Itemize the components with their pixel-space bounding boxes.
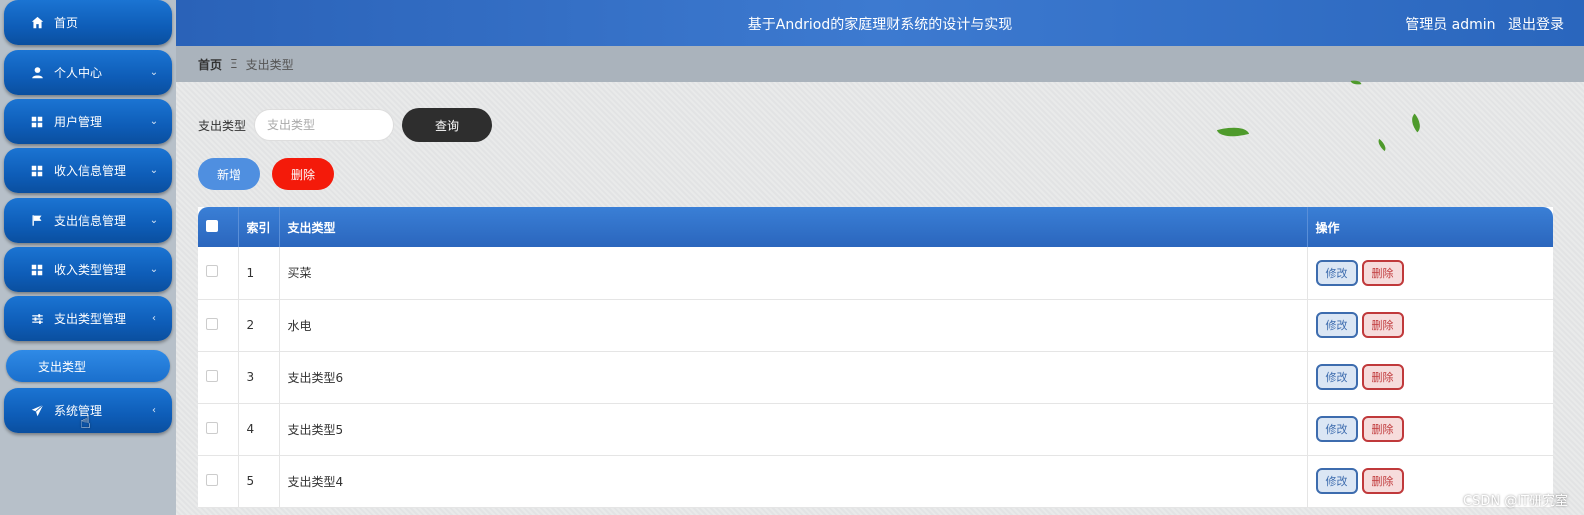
breadcrumb-separator: Ξ [230,57,238,71]
chevron-left-icon: ‹ [152,313,156,324]
sidebar-item-label: 支出信息管理 [54,214,127,228]
edit-button[interactable]: 修改 [1315,312,1358,338]
cell-type: 支出类型4 [279,455,1308,507]
breadcrumb-home[interactable]: 首页 [198,56,222,73]
row-delete-button[interactable]: 删除 [1361,312,1404,338]
sidebar-item-label: 收入类型管理 [54,263,127,277]
row-delete-button[interactable]: 删除 [1361,468,1404,494]
paper-plane-icon [30,404,44,418]
sliders-icon [30,312,44,326]
grid-icon [30,115,44,129]
sidebar-subitem-expense-type[interactable]: 支出类型 [6,350,170,382]
leaf-decoration [1216,122,1250,142]
top-header: 基于Andriod的家庭理财系统的设计与实现 管理员 admin 退出登录 [176,0,1584,46]
column-header-type: 支出类型 [279,207,1308,247]
sidebar-item-expense-type[interactable]: 支出类型管理 ‹ [4,296,172,341]
chevron-down-icon: ⌄ [149,215,159,226]
chevron-left-icon: ‹ [152,405,156,416]
column-header-actions: 操作 [1315,220,1340,235]
sidebar-item-income-type[interactable]: 收入类型管理 ⌄ [4,247,172,292]
leaf-decoration [1375,138,1389,152]
cell-index: 4 [238,403,280,455]
cell-type: 支出类型6 [279,351,1308,403]
data-table: 索引 支出类型 操作 1 买菜 修改 删除 2 水电 修改 删除 3 支出类型6… [198,207,1553,515]
row-delete-button[interactable]: 删除 [1361,259,1404,286]
cell-type: 支出类型5 [279,403,1308,455]
row-checkbox[interactable] [206,369,218,382]
sidebar-item-label: 系统管理 [54,404,103,418]
search-label: 支出类型 [198,118,247,133]
sidebar-item-label: 个人中心 [54,66,103,80]
row-checkbox[interactable] [206,265,218,278]
cell-type: 买菜 [279,247,1308,299]
row-checkbox[interactable] [206,473,218,486]
table-row: 3 支出类型6 修改 删除 [198,351,1553,403]
chevron-down-icon: ⌄ [149,264,159,275]
sidebar-item-income-info[interactable]: 收入信息管理 ⌄ [4,148,172,193]
sidebar-item-label: 首页 [54,16,79,30]
sidebar-item-label: 收入信息管理 [54,164,127,178]
row-checkbox[interactable] [206,421,218,434]
sidebar-subitem-label: 支出类型 [38,359,87,374]
cell-type: 水电 [279,299,1308,351]
sidebar-item-expense-info[interactable]: 支出信息管理 ⌄ [4,198,172,243]
search-row: 支出类型 查询 [198,108,493,142]
edit-button[interactable]: 修改 [1315,468,1358,494]
chevron-down-icon: ⌄ [149,116,159,127]
home-icon [30,16,44,30]
leaf-decoration [1407,113,1425,133]
table-row: 4 支出类型5 修改 删除 [198,403,1553,455]
grid-icon [30,263,44,277]
search-input[interactable] [254,109,395,141]
column-header-index: 索引 [238,207,280,247]
action-row: 新增 删除 [198,158,334,190]
user-area: 管理员 admin 退出登录 [1397,14,1564,34]
select-all-cell [198,207,239,247]
cell-index: 1 [238,247,280,299]
sidebar-item-profile[interactable]: 个人中心 ⌄ [4,50,172,95]
watermark: CSDN @IT研究室 [1463,494,1568,509]
breadcrumb: 首页 Ξ 支出类型 [176,46,1584,82]
chevron-down-icon: ⌄ [149,165,159,176]
cell-index: 2 [238,299,280,351]
sidebar-item-label: 支出类型管理 [54,312,127,326]
user-icon [30,66,44,80]
table-row: 2 水电 修改 删除 [198,299,1553,351]
table-row: 5 支出类型4 修改 删除 [198,455,1553,507]
edit-button[interactable]: 修改 [1315,259,1358,286]
sidebar-item-home[interactable]: 首页 [4,0,172,45]
select-all-checkbox[interactable] [206,219,218,232]
main-content: 支出类型 查询 新增 删除 索引 支出类型 操作 1 买菜 修改删除 [176,79,1584,515]
sidebar-item-label: 用户管理 [54,115,103,129]
row-checkbox[interactable] [206,317,218,330]
row-delete-button[interactable]: 删除 [1361,416,1404,442]
edit-button[interactable]: 修改 [1315,416,1358,442]
query-button[interactable]: 查询 [402,108,493,142]
row-delete-button[interactable]: 删除 [1361,364,1404,390]
breadcrumb-current: 支出类型 [245,57,294,72]
chevron-down-icon: ⌄ [149,67,159,78]
logout-link[interactable]: 退出登录 [1508,17,1564,33]
cell-index: 3 [238,351,280,403]
cell-index: 5 [238,455,280,507]
grid-icon [30,164,44,178]
flag-icon [30,214,44,228]
table-header-row: 索引 支出类型 操作 [198,207,1553,247]
admin-label: 管理员 admin [1405,17,1496,33]
hand-cursor-icon: ☝ [80,412,91,433]
batch-delete-button[interactable]: 删除 [272,158,334,190]
sidebar-item-users[interactable]: 用户管理 ⌄ [4,99,172,144]
edit-button[interactable]: 修改 [1315,364,1358,390]
sidebar: 首页 个人中心 ⌄ 用户管理 ⌄ 收入信息管理 ⌄ 支出信息管理 ⌄ 收入类型管… [0,0,176,515]
table-row: 1 买菜 修改 删除 [198,247,1553,299]
add-button[interactable]: 新增 [198,158,260,190]
app-title: 基于Andriod的家庭理财系统的设计与实现 [747,17,1013,33]
